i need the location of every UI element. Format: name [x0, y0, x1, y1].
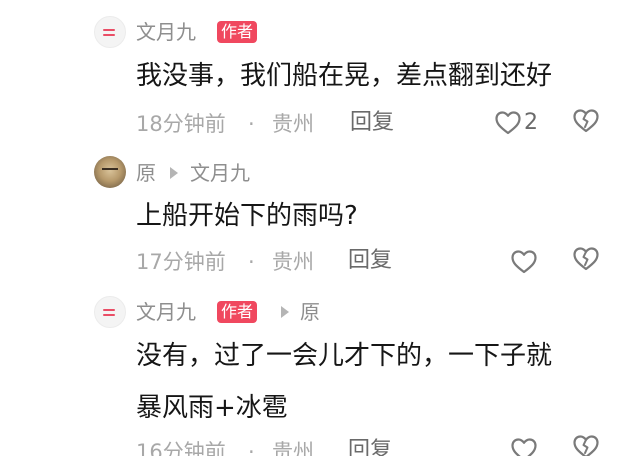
broken-heart-icon	[572, 108, 602, 134]
comment-time: 16分钟前	[136, 440, 226, 456]
comment-text-line-2: 暴风雨+冰雹	[136, 393, 288, 423]
like-button[interactable]: 2	[494, 107, 538, 139]
broken-heart-icon	[572, 434, 602, 456]
like-button[interactable]	[510, 246, 538, 278]
author-name[interactable]: 文月九	[136, 20, 196, 44]
comment-location: 贵州	[272, 440, 314, 456]
meta-separator: ·	[248, 250, 255, 274]
author-name[interactable]: 文月九	[136, 300, 196, 324]
heart-outline-icon	[494, 110, 522, 136]
reply-to-name[interactable]: 文月九	[190, 161, 250, 185]
comment-text-line-1: 没有，过了一会儿才下的，一下子就	[136, 341, 553, 371]
heart-outline-icon	[510, 249, 538, 275]
reply-button[interactable]: 回复	[348, 437, 392, 456]
comment-text: 上船开始下的雨吗?	[136, 201, 358, 231]
meta-separator: ·	[248, 112, 255, 136]
comment-location: 贵州	[272, 112, 314, 136]
author-name[interactable]: 原	[136, 161, 156, 185]
avatar[interactable]	[94, 16, 126, 48]
author-tag: 作者	[217, 301, 258, 323]
author-tag: 作者	[217, 21, 258, 43]
like-button[interactable]	[510, 434, 538, 456]
dislike-button[interactable]	[572, 246, 602, 276]
avatar[interactable]	[94, 296, 126, 328]
heart-outline-icon	[510, 437, 538, 456]
like-count: 2	[524, 110, 538, 135]
reply-to-name[interactable]: 原	[300, 300, 320, 324]
meta-separator: ·	[248, 440, 255, 456]
dislike-button[interactable]	[572, 108, 602, 138]
comment-text: 我没事，我们船在晃，差点翻到还好	[136, 61, 553, 91]
reply-arrow-icon	[170, 167, 178, 179]
avatar[interactable]	[94, 156, 126, 188]
reply-button[interactable]: 回复	[348, 247, 392, 275]
reply-button[interactable]: 回复	[350, 109, 394, 137]
dislike-button[interactable]	[572, 434, 602, 456]
broken-heart-icon	[572, 246, 602, 272]
comment-location: 贵州	[272, 250, 314, 274]
comment-time: 17分钟前	[136, 250, 226, 274]
reply-arrow-icon	[281, 306, 289, 318]
comment-time: 18分钟前	[136, 112, 226, 136]
